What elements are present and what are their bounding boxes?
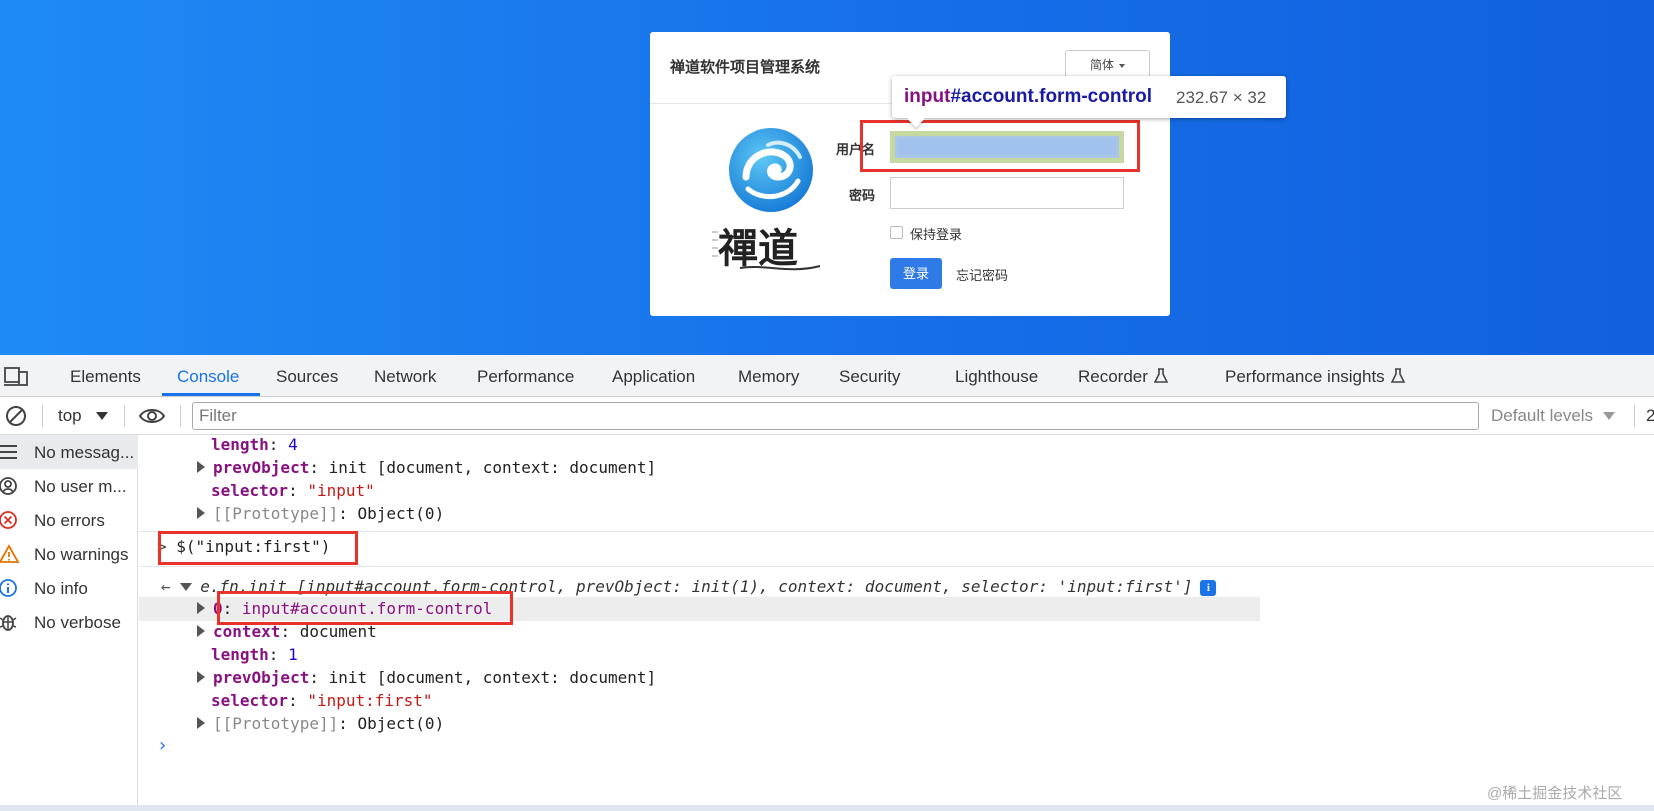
console-prop-line[interactable]: prevObject: init [document, context: doc… (197, 666, 656, 690)
sidebar-item-label: No warnings (34, 545, 129, 564)
language-label: 简体 (1089, 58, 1114, 72)
log-levels-dropdown[interactable]: Default levels (1491, 406, 1593, 426)
error-icon (0, 511, 17, 529)
sidebar-item-label: No messag... (34, 443, 135, 462)
tab-network[interactable]: Network (374, 367, 436, 387)
context-selector[interactable]: top (58, 406, 82, 426)
chevron-down-icon (1119, 63, 1125, 68)
sidebar-item-info[interactable]: No info (0, 571, 138, 605)
expand-arrow-icon[interactable] (197, 671, 205, 683)
console-row-divider (139, 531, 1654, 532)
expand-arrow-icon[interactable] (197, 507, 205, 519)
tooltip-tag: input (904, 86, 951, 107)
annotation-box-account (860, 120, 1140, 172)
toolbar-divider (42, 405, 43, 427)
console-toolbar: top Filter Default levels 2 (0, 397, 1654, 435)
tooltip-selector: #account.form-control (950, 86, 1153, 107)
annotation-box-command (158, 531, 358, 565)
console-prop-line: length: 4 (211, 435, 298, 454)
sidebar-item-warnings[interactable]: No warnings (0, 537, 138, 571)
logo-calligraphy-icon: 禪道 (712, 225, 821, 272)
keep-login-checkbox[interactable] (890, 226, 903, 239)
tab-application[interactable]: Application (612, 367, 695, 387)
tab-console[interactable]: Console (177, 367, 239, 387)
clear-console-icon[interactable] (5, 405, 27, 427)
flask-icon (1390, 368, 1405, 383)
filter-input[interactable]: Filter (192, 402, 1479, 430)
logo-swirl-icon (729, 128, 813, 212)
forgot-password-link[interactable]: 忘记密码 (956, 265, 1008, 284)
info-icon (0, 579, 17, 597)
inspect-tooltip: input#account.form-control 232.67 × 32 (892, 76, 1286, 128)
toolbar-divider (180, 405, 181, 427)
active-tab-indicator (162, 393, 260, 396)
console-prop-line: selector: "input" (211, 481, 375, 500)
sidebar-item-label: No errors (34, 511, 105, 530)
flask-icon (1153, 368, 1168, 383)
keep-login-label: 保持登录 (910, 227, 963, 242)
sidebar-item-errors[interactable]: No errors (0, 503, 138, 537)
sidebar-item-verbose[interactable]: No verbose (0, 605, 138, 639)
watermark: @稀土掘金技术社区 (1487, 785, 1623, 802)
console-prop-line[interactable]: prevObject: init [document, context: doc… (197, 456, 656, 480)
tab-recorder[interactable]: Recorder (1078, 367, 1168, 387)
sidebar-item-label: No info (34, 579, 88, 598)
console-sidebar: No messag... No user m... No errors No w… (0, 435, 138, 811)
tab-performance-insights[interactable]: Performance insights (1225, 367, 1405, 387)
live-expression-eye-icon[interactable] (138, 406, 166, 426)
sidebar-item-label: No user m... (34, 477, 127, 496)
login-button[interactable]: 登录 (890, 258, 942, 289)
tab-lighthouse[interactable]: Lighthouse (955, 367, 1038, 387)
console-output: length: 4 prevObject: init [document, co… (139, 435, 1654, 805)
tab-sources[interactable]: Sources (276, 367, 338, 387)
page-background: 禅道软件项目管理系统 简体 禪道 用户名 密码 保持登录 登录 忘记密码 inp (0, 0, 1654, 355)
tab-performance-insights-label: Performance insights (1225, 367, 1385, 386)
console-prop-line[interactable]: [[Prototype]]: Object(0) (197, 712, 444, 736)
logo-text: 禪道 (718, 225, 798, 272)
user-icon (0, 477, 17, 495)
tab-memory[interactable]: Memory (738, 367, 799, 387)
expand-arrow-icon[interactable] (197, 602, 205, 614)
toolbar-divider (124, 405, 125, 427)
tooltip-size: 232.67 × 32 (1176, 88, 1267, 107)
collapse-arrow-icon[interactable] (180, 583, 193, 591)
expand-arrow-icon[interactable] (197, 461, 205, 473)
tab-performance[interactable]: Performance (477, 367, 574, 387)
warning-icon (0, 544, 20, 563)
console-prompt-icon[interactable]: › (157, 735, 168, 756)
bottom-strip (0, 805, 1654, 811)
tab-elements[interactable]: Elements (70, 367, 141, 387)
toolbar-divider (1634, 405, 1635, 427)
console-prop-line: length: 1 (211, 645, 298, 664)
console-prop-line[interactable]: context: document (197, 620, 377, 644)
tab-security[interactable]: Security (839, 367, 900, 387)
zentao-logo: 禪道 (700, 127, 840, 277)
issues-count[interactable]: 2 (1646, 406, 1654, 426)
expand-arrow-icon[interactable] (197, 717, 205, 729)
tab-recorder-label: Recorder (1078, 367, 1148, 386)
sidebar-item-messages[interactable]: No messag... (0, 435, 138, 469)
devtools-tabbar: Elements Console Sources Network Perform… (0, 355, 1654, 397)
console-prop-line: selector: "input:first" (211, 691, 433, 710)
password-label: 密码 (848, 188, 875, 203)
console-row-divider (139, 566, 1654, 567)
info-badge-icon[interactable]: i (1200, 580, 1217, 596)
device-toolbar-icon[interactable] (4, 366, 28, 386)
expand-arrow-icon[interactable] (197, 625, 205, 637)
sidebar-item-label: No verbose (34, 613, 121, 632)
password-input[interactable] (890, 177, 1124, 209)
sidebar-item-user-messages[interactable]: No user m... (0, 469, 138, 503)
chevron-down-icon[interactable] (1603, 412, 1615, 420)
chevron-down-icon[interactable] (96, 412, 108, 420)
bug-icon (0, 615, 17, 631)
list-icon (0, 445, 17, 459)
console-prop-line[interactable]: [[Prototype]]: Object(0) (197, 502, 444, 526)
system-title: 禅道软件项目管理系统 (670, 59, 821, 76)
